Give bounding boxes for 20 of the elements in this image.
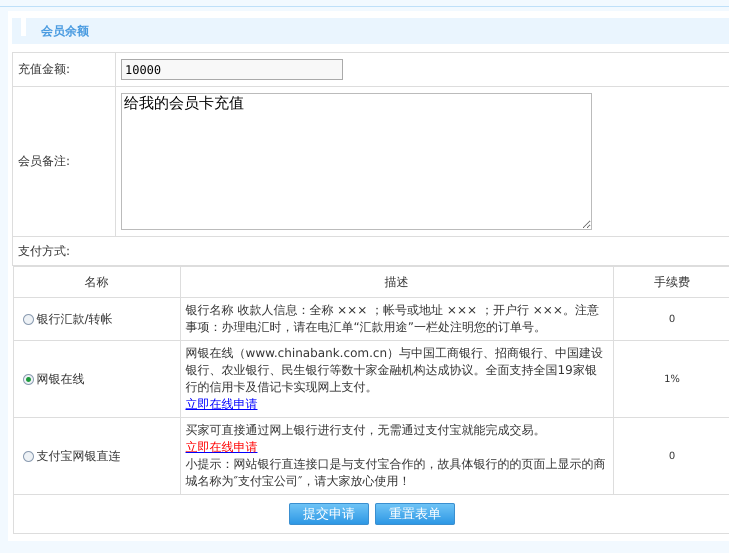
- apply-link[interactable]: 立即在线申请: [186, 397, 258, 411]
- column-header: 名称: [13, 266, 180, 298]
- description-text: 银行名称 收款人信息：全称 ××× ；帐号或地址 ××× ；开户行 ×××。注意事项：办理电汇时，请在电汇单“汇款用途”一栏处注明您的订单号。: [186, 302, 600, 336]
- column-header: 描述: [180, 266, 613, 298]
- radio-icon[interactable]: [22, 314, 34, 324]
- section-title: 会员余额: [41, 22, 89, 40]
- radio-icon[interactable]: [22, 374, 34, 384]
- payment-radio[interactable]: 支付宝网银直连: [22, 448, 120, 464]
- description-text: 网银在线（www.chinabank.com.cn）与中国工商银行、招商银行、中国建设银行、农业银行、民生银行等数十家金融机构达成协议。全面支持全国19家银行的信用卡及借记卡实现网上支付。: [186, 345, 604, 396]
- field-label: 支付方式:: [12, 236, 729, 266]
- payment-radio[interactable]: 网银在线: [22, 370, 84, 388]
- description-text: 买家可直接通过网上银行进行支付，无需通过支付宝就能完成交易。: [186, 422, 546, 439]
- field-label: 会员备注:: [12, 86, 116, 236]
- note-textarea[interactable]: 给我的会员卡充值: [121, 93, 592, 230]
- radio-icon[interactable]: [22, 450, 34, 462]
- amount-input[interactable]: 10000: [121, 59, 343, 80]
- description-text: 小提示：网站银行直连接口是与支付宝合作的，故具体银行的的页面上显示的商城名称为″支付宝公司″，请大家放心使用！: [186, 456, 606, 490]
- apply-link[interactable]: 立即在线申请: [186, 440, 258, 454]
- field-label: 充值金额:: [12, 52, 116, 86]
- column-header: 手续费: [613, 266, 729, 298]
